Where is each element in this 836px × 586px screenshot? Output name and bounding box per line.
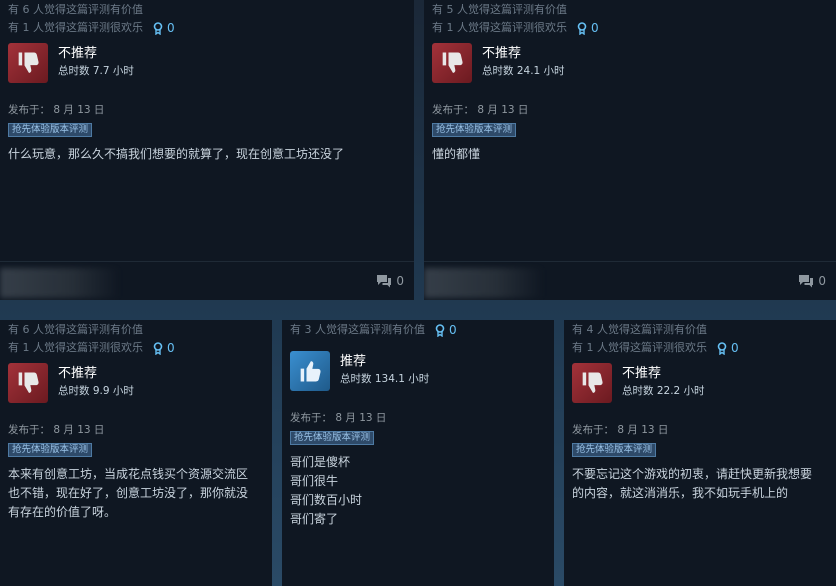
review-text: 本来有创意工坊，当成花点钱买个资源交流区 也不错，现在好了，创意工坊没了，那你就…	[0, 457, 272, 522]
funny-row: 有 1 人觉得这篇评测很欢乐 0	[0, 339, 272, 357]
thumbs-down-icon[interactable]	[572, 363, 612, 403]
funny-row: 有 1 人觉得这篇评测很欢乐 0	[564, 339, 836, 357]
review-card: 有 5 人觉得这篇评测有价值 有 1 人觉得这篇评测很欢乐 0 不推荐 总时数 …	[424, 0, 836, 300]
rating-row: 不推荐 总时数 9.9 小时	[0, 363, 272, 403]
playtime-hours: 总时数 24.1 小时	[482, 65, 565, 77]
posted-date: 发布于： 8 月 13 日	[572, 424, 669, 436]
reviewer-avatar-blurred[interactable]	[424, 268, 544, 298]
award-icon	[717, 341, 727, 355]
rating-row: 不推荐 总时数 24.1 小时	[424, 43, 836, 83]
funny-row: 有 1 人觉得这篇评测很欢乐 0	[0, 19, 414, 37]
review-footer: 0	[0, 261, 414, 300]
review-line: 哥们很牛	[290, 474, 339, 488]
early-access-badge: 抢先体验版本评测	[432, 123, 517, 137]
thumbs-down-icon[interactable]	[8, 363, 48, 403]
rating-row: 不推荐 总时数 7.7 小时	[0, 43, 414, 83]
review-card: 有 3 人觉得这篇评测有价值 0 推荐 总时数 134.1 小时 发布于： 8 …	[282, 320, 554, 586]
comments-button[interactable]: 0	[798, 274, 826, 288]
award-count: 0	[167, 21, 175, 35]
review-line: 哥们是傻杯	[290, 455, 351, 469]
award-button[interactable]: 0	[153, 339, 175, 357]
helpful-count: 有 6 人觉得这篇评测有价值	[8, 323, 143, 336]
review-line: 的内容，就这消消乐，我不如玩手机上的	[572, 486, 789, 500]
helpful-count: 有 5 人觉得这篇评测有价值	[432, 3, 567, 16]
helpful-count: 有 6 人觉得这篇评测有价值	[8, 3, 143, 16]
early-access-badge: 抢先体验版本评测	[572, 443, 657, 457]
award-icon	[435, 323, 445, 337]
funny-count: 有 1 人觉得这篇评测很欢乐	[8, 21, 143, 34]
playtime-hours: 总时数 7.7 小时	[58, 65, 134, 77]
rating-row: 不推荐 总时数 22.2 小时	[564, 363, 836, 403]
award-button[interactable]: 0	[577, 19, 599, 37]
review-card: 有 6 人觉得这篇评测有价值 有 1 人觉得这篇评测很欢乐 0 不推荐 总时数 …	[0, 320, 272, 586]
review-verdict[interactable]: 不推荐	[58, 365, 134, 383]
thumbs-down-icon[interactable]	[8, 43, 48, 83]
review-footer: 0	[424, 261, 836, 300]
award-count: 0	[591, 21, 599, 35]
review-line: 哥们数百小时	[290, 493, 363, 507]
review-verdict[interactable]: 不推荐	[58, 45, 134, 63]
thumbs-down-icon[interactable]	[432, 43, 472, 83]
funny-row: 有 1 人觉得这篇评测很欢乐 0	[424, 19, 836, 37]
early-access-badge: 抢先体验版本评测	[290, 431, 375, 445]
playtime-hours: 总时数 134.1 小时	[340, 373, 430, 385]
funny-count: 有 1 人觉得这篇评测很欢乐	[572, 341, 707, 354]
award-button[interactable]: 0	[435, 321, 457, 339]
posted-date: 发布于： 8 月 13 日	[8, 104, 105, 116]
review-line: 也不错，现在好了，创意工坊没了，那你就没	[8, 486, 249, 500]
rating-row: 推荐 总时数 134.1 小时	[282, 351, 554, 391]
review-verdict[interactable]: 推荐	[340, 353, 429, 371]
comment-icon	[799, 275, 814, 288]
review-text: 不要忘记这个游戏的初衷，请赶快更新我想要 的内容，就这消消乐，我不如玩手机上的	[564, 457, 836, 503]
review-text: 懂的都懂	[424, 137, 836, 164]
review-card: 有 6 人觉得这篇评测有价值 有 1 人觉得这篇评测很欢乐 0 不推荐 总时数 …	[0, 0, 414, 300]
posted-date: 发布于： 8 月 13 日	[432, 104, 529, 116]
early-access-badge: 抢先体验版本评测	[8, 443, 93, 457]
award-count: 0	[731, 341, 739, 355]
review-line: 什么玩意，那么久不搞我们想要的就算了，现在创意工坊还没了	[8, 147, 345, 161]
review-line: 懂的都懂	[432, 147, 481, 161]
award-count: 0	[167, 341, 175, 355]
award-icon	[153, 341, 163, 355]
comments-button[interactable]: 0	[376, 274, 404, 288]
reviewer-avatar-blurred[interactable]	[0, 268, 120, 298]
award-button[interactable]: 0	[153, 19, 175, 37]
review-line: 有存在的价值了呀。	[8, 505, 117, 519]
review-card: 有 4 人觉得这篇评测有价值 有 1 人觉得这篇评测很欢乐 0 不推荐 总时数 …	[564, 320, 836, 586]
comment-icon	[377, 275, 392, 288]
review-text: 什么玩意，那么久不搞我们想要的就算了，现在创意工坊还没了	[0, 137, 414, 164]
playtime-hours: 总时数 22.2 小时	[622, 385, 705, 397]
helpful-row: 有 3 人觉得这篇评测有价值 0	[282, 321, 554, 339]
funny-count: 有 1 人觉得这篇评测很欢乐	[432, 21, 567, 34]
review-verdict[interactable]: 不推荐	[482, 45, 565, 63]
comment-count: 0	[818, 274, 826, 288]
posted-date: 发布于： 8 月 13 日	[290, 412, 387, 424]
review-line: 哥们寄了	[290, 512, 339, 526]
funny-count: 有 1 人觉得这篇评测很欢乐	[8, 341, 143, 354]
award-icon	[577, 21, 587, 35]
helpful-count: 有 3 人觉得这篇评测有价值	[290, 323, 425, 336]
early-access-badge: 抢先体验版本评测	[8, 123, 93, 137]
comment-count: 0	[396, 274, 404, 288]
award-icon	[153, 21, 163, 35]
review-text: 哥们是傻杯 哥们很牛 哥们数百小时 哥们寄了	[282, 445, 554, 529]
award-count: 0	[449, 323, 457, 337]
playtime-hours: 总时数 9.9 小时	[58, 385, 134, 397]
thumbs-up-icon[interactable]	[290, 351, 330, 391]
review-line: 不要忘记这个游戏的初衷，请赶快更新我想要	[572, 467, 813, 481]
review-line: 本来有创意工坊，当成花点钱买个资源交流区	[8, 467, 249, 481]
review-verdict[interactable]: 不推荐	[622, 365, 705, 383]
posted-date: 发布于： 8 月 13 日	[8, 424, 105, 436]
award-button[interactable]: 0	[717, 339, 739, 357]
helpful-count: 有 4 人觉得这篇评测有价值	[572, 323, 707, 336]
